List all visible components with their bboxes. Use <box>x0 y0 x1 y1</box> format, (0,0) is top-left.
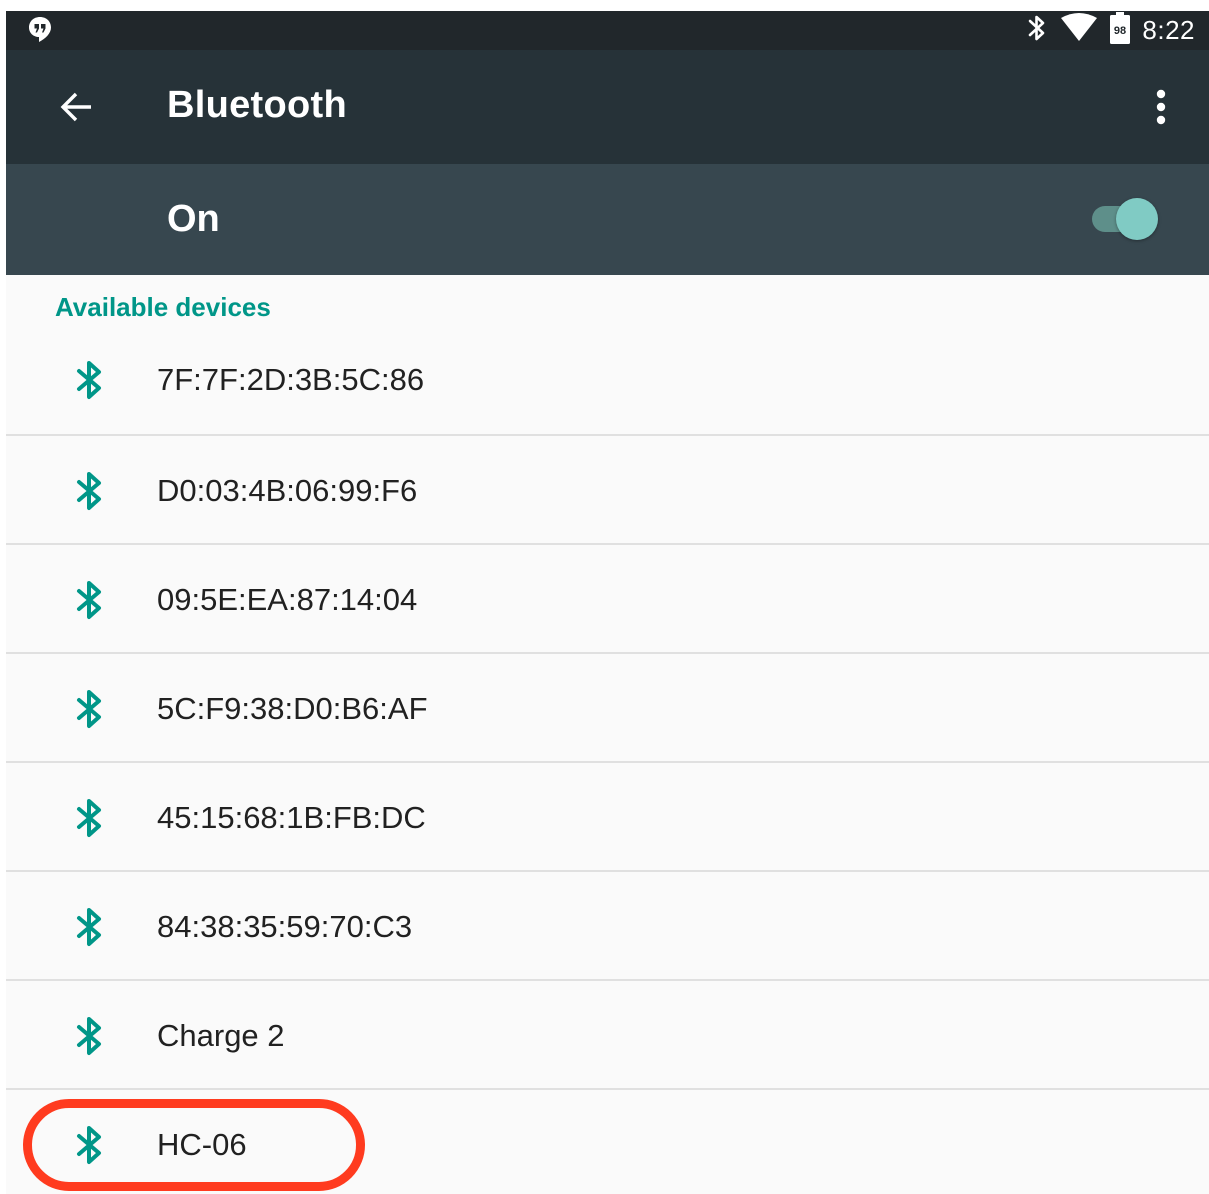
device-name: 5C:F9:38:D0:B6:AF <box>157 691 428 726</box>
switch-label: On <box>167 198 220 240</box>
bluetooth-icon <box>74 579 104 621</box>
status-icons: 98 8:22 <box>1026 11 1195 50</box>
device-list: 7F:7F:2D:3B:5C:86 D0:03:4B:06:99:F6 09:5E:… <box>6 328 1209 1194</box>
more-vert-icon <box>1156 89 1166 125</box>
app-bar: Bluetooth <box>6 50 1209 164</box>
device-row[interactable]: 45:15:68:1B:FB:DC <box>6 763 1209 872</box>
bluetooth-icon <box>74 906 104 948</box>
device-row[interactable]: 09:5E:EA:87:14:04 <box>6 545 1209 654</box>
device-row[interactable]: HC-06 <box>6 1090 1209 1194</box>
available-devices-header: Available devices <box>55 292 271 322</box>
battery-icon: 98 <box>1110 12 1131 49</box>
bluetooth-icon <box>74 688 104 730</box>
device-name: 84:38:35:59:70:C3 <box>157 909 413 944</box>
bluetooth-icon <box>74 1015 104 1057</box>
device-name: D0:03:4B:06:99:F6 <box>157 473 418 508</box>
device-name: HC-06 <box>157 1127 247 1162</box>
bluetooth-status-icon <box>1026 13 1048 48</box>
status-bar: 98 8:22 <box>6 11 1209 50</box>
device-row[interactable]: 7F:7F:2D:3B:5C:86 <box>6 328 1209 436</box>
back-button[interactable] <box>52 82 102 132</box>
wifi-icon <box>1060 13 1098 48</box>
bluetooth-icon <box>74 797 104 839</box>
overflow-menu-button[interactable] <box>1141 82 1181 132</box>
bluetooth-icon <box>74 359 104 401</box>
device-row[interactable]: 84:38:35:59:70:C3 <box>6 872 1209 981</box>
bluetooth-icon <box>74 470 104 512</box>
battery-level: 98 <box>1114 25 1126 37</box>
toggle-thumb <box>1116 198 1158 240</box>
device-name: 7F:7F:2D:3B:5C:86 <box>157 362 425 397</box>
status-time: 8:22 <box>1142 15 1195 45</box>
arrow-back-icon <box>60 92 91 122</box>
bluetooth-icon <box>74 1124 104 1166</box>
device-name: Charge 2 <box>157 1018 285 1053</box>
hangouts-icon <box>26 15 54 43</box>
device-name: 45:15:68:1B:FB:DC <box>157 800 426 835</box>
device-row[interactable]: Charge 2 <box>6 981 1209 1090</box>
page-title: Bluetooth <box>167 84 347 126</box>
bluetooth-switch-bar[interactable]: On <box>6 164 1209 275</box>
android-screen: 98 8:22 Bluetooth On Available devices 7… <box>6 11 1209 1194</box>
device-row[interactable]: D0:03:4B:06:99:F6 <box>6 436 1209 545</box>
bluetooth-toggle[interactable] <box>1090 198 1158 240</box>
device-row[interactable]: 5C:F9:38:D0:B6:AF <box>6 654 1209 763</box>
device-name: 09:5E:EA:87:14:04 <box>157 582 418 617</box>
